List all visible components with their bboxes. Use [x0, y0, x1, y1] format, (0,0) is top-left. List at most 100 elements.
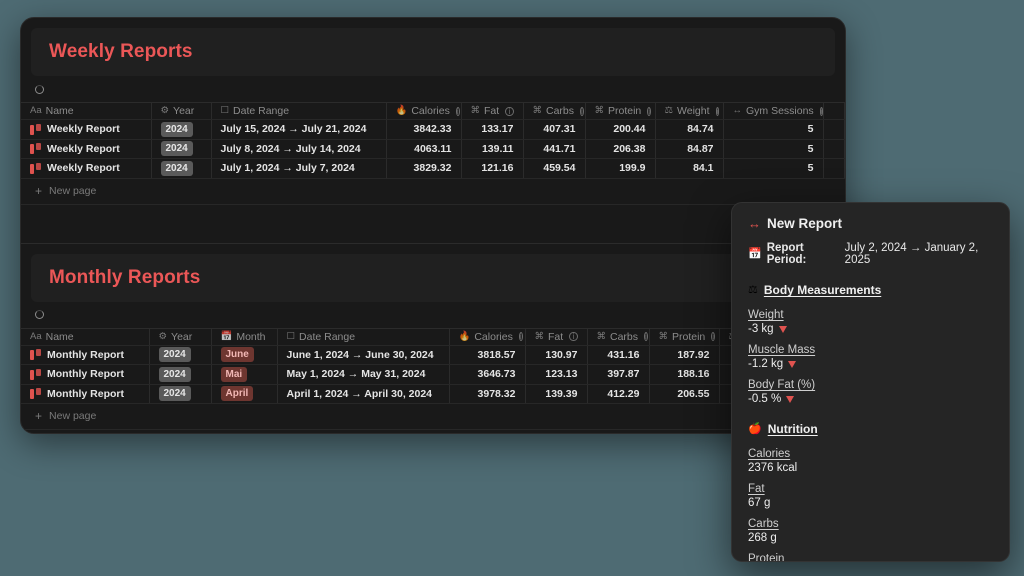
cell-year[interactable]: 2024: [149, 365, 211, 385]
column-header-year[interactable]: ⚙Year: [149, 328, 211, 345]
cell-protein[interactable]: 200.44: [585, 120, 655, 140]
cell-carbs[interactable]: 407.31: [523, 120, 585, 140]
page-icon: [30, 369, 41, 380]
page-title: Weekly Reports: [49, 41, 193, 63]
cell-name[interactable]: Weekly Report: [21, 139, 151, 159]
cell-year[interactable]: 2024: [151, 120, 211, 140]
cell-calories[interactable]: 3978.32: [449, 384, 525, 404]
cell-fat[interactable]: 139.11: [461, 139, 523, 159]
table-row[interactable]: Monthly Report2024MaiMay 1, 2024 → May 3…: [21, 365, 845, 385]
cell-name[interactable]: Monthly Report: [21, 345, 149, 365]
cell-calories[interactable]: 4063.11: [386, 139, 461, 159]
report-period-label: Report Period:: [767, 242, 840, 266]
column-header-blank[interactable]: [823, 103, 845, 120]
table-row[interactable]: Weekly Report2024July 15, 2024 → July 21…: [21, 120, 845, 140]
cell-date-range[interactable]: July 8, 2024 → July 14, 2024: [211, 139, 386, 159]
column-header-date-range[interactable]: ☐Date Range: [277, 328, 449, 345]
column-header-year[interactable]: ⚙Year: [151, 103, 211, 120]
column-header-month[interactable]: 📅Month: [211, 328, 277, 345]
cell-calories[interactable]: 3842.33: [386, 120, 461, 140]
cell-name[interactable]: Monthly Report: [21, 384, 149, 404]
cell-gym-sessions[interactable]: 5: [723, 159, 823, 179]
column-header-fat[interactable]: ⌘Fati: [525, 328, 587, 345]
table-row[interactable]: Weekly Report2024July 1, 2024 → July 7, …: [21, 159, 845, 179]
weekly-new-page-button[interactable]: + New page: [21, 179, 845, 205]
cell-weight[interactable]: 84.1: [655, 159, 723, 179]
cell-fat[interactable]: 123.13: [525, 365, 587, 385]
date-icon: ☐: [287, 332, 296, 342]
info-icon[interactable]: i: [505, 107, 513, 116]
cell-date-range[interactable]: May 1, 2024 → May 31, 2024: [277, 365, 449, 385]
cell-fat[interactable]: 121.16: [461, 159, 523, 179]
column-header-carbs[interactable]: ⌘Carbsi: [587, 328, 649, 345]
column-header-gym-sessions[interactable]: ↔Gym Sessionsi: [723, 103, 823, 120]
column-header-name[interactable]: AaName: [21, 103, 151, 120]
info-icon[interactable]: i: [711, 332, 715, 341]
cell-year[interactable]: 2024: [151, 159, 211, 179]
monthly-new-page-button[interactable]: + New page: [21, 404, 845, 430]
column-header-calories[interactable]: 🔥Caloriesi: [449, 328, 525, 345]
monthly-reports-table: AaName⚙Year📅Month☐Date Range🔥Caloriesi⌘F…: [21, 328, 845, 405]
new-page-label: New page: [49, 185, 96, 197]
table-row[interactable]: Weekly Report 2024 July 8, 2024 → July 14,…: [21, 139, 845, 159]
year-tag: 2024: [161, 141, 193, 156]
cell-date-range[interactable]: April 1, 2024 → April 30, 2024: [277, 384, 449, 404]
cell-weight[interactable]: 84.74: [655, 120, 723, 140]
cell-fat[interactable]: 139.39: [525, 384, 587, 404]
cell-month[interactable]: June: [211, 345, 277, 365]
weekly-reports-header: Weekly Reports: [31, 28, 835, 76]
column-header-name[interactable]: AaName: [21, 328, 149, 345]
cell-date-range[interactable]: June 1, 2024 → June 30, 2024: [277, 345, 449, 365]
info-icon[interactable]: i: [519, 332, 523, 341]
cell-weight[interactable]: 84.87: [655, 139, 723, 159]
info-icon[interactable]: i: [716, 107, 720, 116]
metric-label-carbs: Carbs: [748, 518, 993, 530]
cell-fat[interactable]: 133.17: [461, 120, 523, 140]
column-header-date-range[interactable]: ☐Date Range: [211, 103, 386, 120]
settings-icon: ⚙: [161, 106, 170, 116]
column-header-fat[interactable]: ⌘Fati: [461, 103, 523, 120]
cell-protein[interactable]: 206.55: [649, 384, 719, 404]
cell-carbs[interactable]: 397.87: [587, 365, 649, 385]
cell-name[interactable]: Monthly Report: [21, 365, 149, 385]
cell-calories[interactable]: 3646.73: [449, 365, 525, 385]
cell-carbs[interactable]: 431.16: [587, 345, 649, 365]
cell-gym-sessions[interactable]: 5: [723, 120, 823, 140]
cell-name[interactable]: Weekly Report: [21, 159, 151, 179]
metric-label-protein: Protein: [748, 553, 993, 562]
column-header-protein[interactable]: ⌘Proteini: [649, 328, 719, 345]
cell-gym-sessions[interactable]: 5: [723, 139, 823, 159]
table-row[interactable]: Monthly Report2024AprilApril 1, 2024 → A…: [21, 384, 845, 404]
cell-year[interactable]: 2024: [151, 139, 211, 159]
info-icon[interactable]: i: [569, 332, 577, 341]
column-header-calories[interactable]: 🔥Caloriesi: [386, 103, 461, 120]
cell-name[interactable]: Weekly Report: [21, 120, 151, 140]
info-icon[interactable]: i: [644, 332, 648, 341]
info-icon[interactable]: i: [647, 107, 651, 116]
month-tag: June: [221, 347, 254, 362]
cell-carbs[interactable]: 459.54: [523, 159, 585, 179]
cell-carbs[interactable]: 441.71: [523, 139, 585, 159]
trend-down-icon: [788, 361, 796, 368]
column-header-weight[interactable]: ⚖Weighti: [655, 103, 723, 120]
column-header-carbs[interactable]: ⌘Carbsi: [523, 103, 585, 120]
cell-protein[interactable]: 187.92: [649, 345, 719, 365]
cell-protein[interactable]: 199.9: [585, 159, 655, 179]
table-row[interactable]: Monthly Report2024 June June 1, 2024 → Jun…: [21, 345, 845, 365]
cell-carbs[interactable]: 412.29: [587, 384, 649, 404]
cell-year[interactable]: 2024: [149, 345, 211, 365]
cell-date-range[interactable]: July 1, 2024 → July 7, 2024: [211, 159, 386, 179]
cell-year[interactable]: 2024: [149, 384, 211, 404]
loading-spinner-icon: [35, 85, 44, 94]
cell-date-range[interactable]: July 15, 2024 → July 21, 2024: [211, 120, 386, 140]
cell-month[interactable]: Mai: [211, 365, 277, 385]
column-header-protein[interactable]: ⌘Proteini: [585, 103, 655, 120]
cell-protein[interactable]: 188.16: [649, 365, 719, 385]
info-icon[interactable]: i: [456, 107, 460, 116]
info-icon[interactable]: i: [580, 107, 584, 116]
cell-month[interactable]: April: [211, 384, 277, 404]
cell-calories[interactable]: 3818.57: [449, 345, 525, 365]
cell-protein[interactable]: 206.38: [585, 139, 655, 159]
cell-fat[interactable]: 130.97: [525, 345, 587, 365]
cell-calories[interactable]: 3829.32: [386, 159, 461, 179]
